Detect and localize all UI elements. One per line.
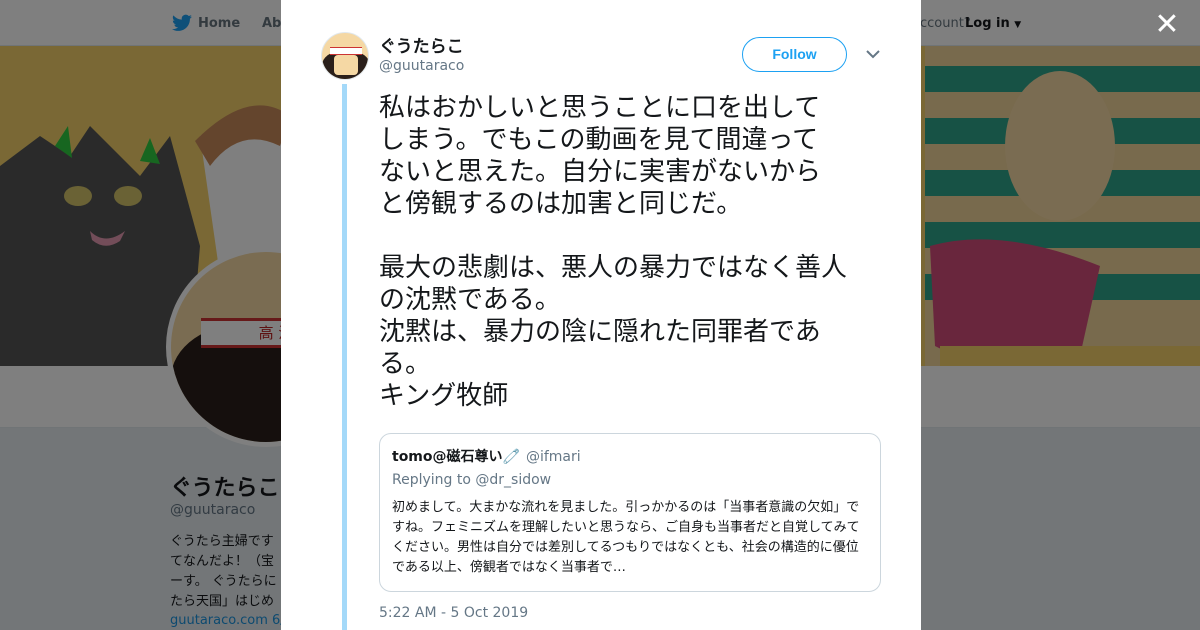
quoted-text: 初めまして。大まかな流れを見ました。引っかかるのは「当事者意識の欠如」ですね。フ… [392,500,860,575]
quoted-author-handle: @ifmari [525,449,581,465]
replying-to-handle[interactable]: @dr_sidow [475,472,551,488]
quoted-replying-to: Replying to @dr_sidow [392,472,868,488]
author-avatar[interactable] [321,32,369,80]
tweet-text: 私はおかしいと思うことに口を出して しまう。でもこの動画を見て間違って ないと思… [379,93,848,411]
chevron-down-icon[interactable] [863,44,883,64]
thread-line [342,84,347,630]
tweet-modal: ぐうたらこ @guutaraco Follow 私はおかしいと思うことに口を出し… [281,0,921,630]
tweet-timestamp[interactable]: 5:22 AM - 5 Oct 2019 [379,605,528,621]
quoted-tweet[interactable]: tomo@磁石尊い🧷 @ifmari Replying to @dr_sidow… [379,433,881,592]
author-handle[interactable]: @guutaraco [379,58,464,74]
close-icon[interactable]: ✕ [1152,10,1182,40]
author-avatar-headband [330,47,362,55]
quoted-author-name: tomo@磁石尊い🧷 [392,449,520,465]
replying-prefix: Replying to [392,472,471,488]
quoted-header: tomo@磁石尊い🧷 @ifmari [392,446,868,466]
author-name[interactable]: ぐうたらこ [379,32,464,57]
follow-button[interactable]: Follow [742,37,847,72]
author-avatar-face [334,55,358,75]
